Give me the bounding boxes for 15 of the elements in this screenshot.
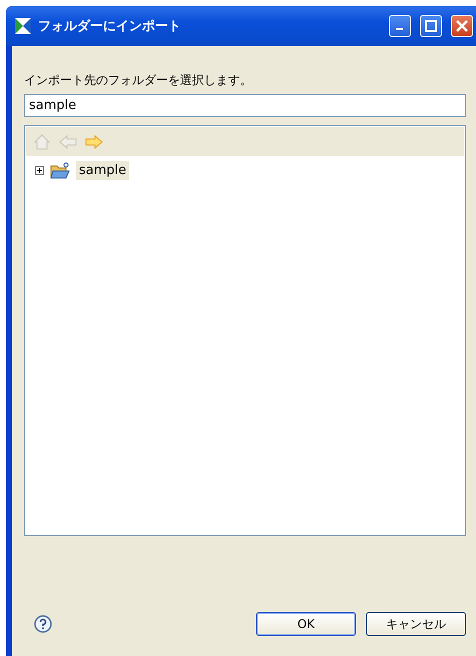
app-icon <box>14 17 32 35</box>
expand-icon[interactable] <box>35 166 44 175</box>
close-icon <box>456 20 468 32</box>
maximize-icon <box>425 20 437 32</box>
minimize-button[interactable] <box>389 15 411 37</box>
tree-item[interactable]: sample <box>76 161 130 180</box>
help-icon[interactable] <box>34 615 52 633</box>
folder-icon <box>50 162 70 180</box>
close-button[interactable] <box>451 15 473 37</box>
ok-button[interactable]: OK <box>256 612 356 636</box>
folder-field[interactable]: sample <box>24 94 466 117</box>
window-title: フォルダーにインポート <box>38 18 182 35</box>
prompt-text: インポート先のフォルダーを選択します。 <box>24 72 253 89</box>
maximize-button[interactable] <box>420 15 442 37</box>
cancel-button[interactable]: キャンセル <box>366 612 466 636</box>
